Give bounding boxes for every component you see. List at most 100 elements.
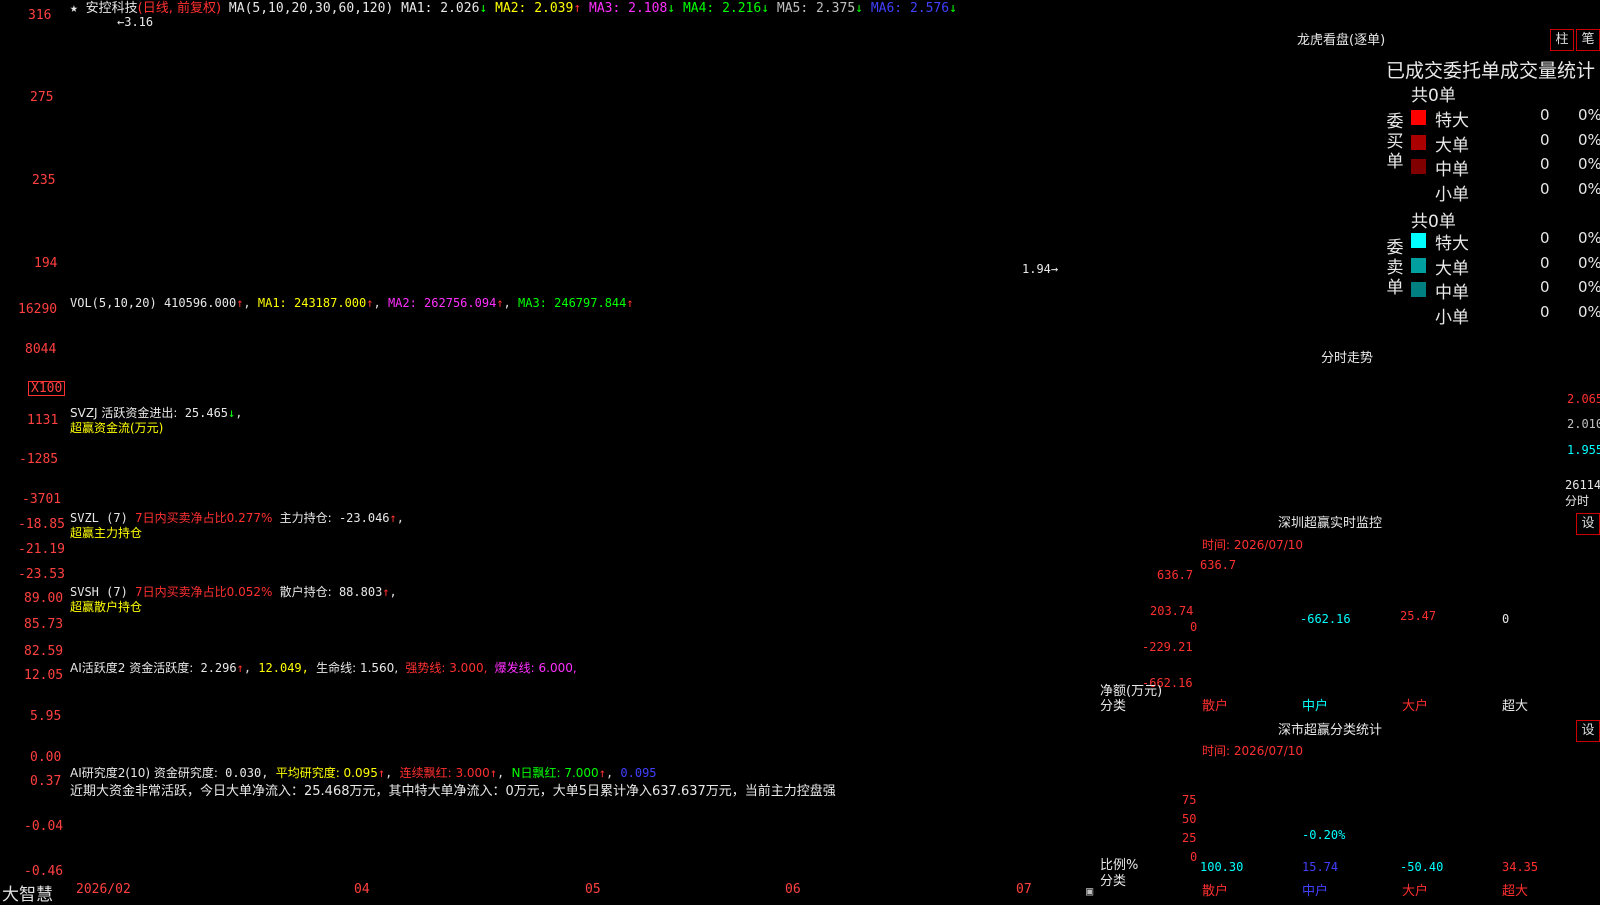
volume-bar xyxy=(684,375,694,393)
intraday-frame xyxy=(1097,371,1564,510)
svzj-bar xyxy=(1088,441,1092,445)
star-icon[interactable]: ★ xyxy=(70,1,78,16)
svzj-bar xyxy=(108,441,113,443)
date-07: 07 xyxy=(1016,882,1032,897)
sz-monitor-settings-button[interactable]: 设 xyxy=(1576,513,1600,535)
ai2-bar xyxy=(494,824,505,834)
sell-row-name-0: 特大 xyxy=(1435,234,1469,254)
svzj-bar xyxy=(816,441,821,445)
volume-bar xyxy=(908,376,918,393)
ai1-value-line xyxy=(74,711,1091,745)
svzj-bar xyxy=(1017,441,1022,443)
ai2-bar xyxy=(612,820,623,824)
volume-bar xyxy=(105,365,115,393)
candle-body xyxy=(967,237,977,254)
ai2-bar xyxy=(211,818,222,824)
svzj-bar xyxy=(615,435,620,441)
ai1-bar xyxy=(872,744,883,762)
svzj-axis-high: 1131 xyxy=(27,413,59,428)
stock-name: 安控科技 xyxy=(85,1,138,16)
lhb-tick-button[interactable]: 笔 xyxy=(1576,29,1600,51)
volume-bar xyxy=(884,374,894,393)
sz-cat-retail: 散户 xyxy=(1202,699,1229,714)
volume-bar xyxy=(129,311,139,393)
ai2-bar xyxy=(235,816,246,824)
candle-body xyxy=(955,232,965,242)
ai2-bar xyxy=(306,824,317,832)
chart-canvas[interactable] xyxy=(0,0,1600,900)
volume-bar xyxy=(353,383,363,393)
sz-class-xlabel: 分类 xyxy=(1100,874,1127,889)
candle-body xyxy=(400,151,410,166)
volume-bar xyxy=(578,372,587,393)
ai1-bar xyxy=(789,751,800,762)
candle-body xyxy=(778,183,788,191)
volume-bar xyxy=(755,381,765,393)
ai2-axis-low: -0.46 xyxy=(24,864,64,879)
candle-body xyxy=(943,232,953,236)
volume-bar xyxy=(861,372,871,393)
volume-bar xyxy=(117,363,127,393)
ai2-bar xyxy=(341,816,352,824)
sz-bar-label-retail: 636.7 xyxy=(1200,558,1237,572)
ai2-axis-mid: -0.04 xyxy=(24,819,64,834)
ai2-description: 近期大资金非常活跃，今日大单净流入：25.468万元，其中特大单净流入：0万元，… xyxy=(70,784,836,799)
ai2-bar xyxy=(577,814,588,824)
lock-icon[interactable]: ▣ xyxy=(1086,884,1093,898)
sz-class-cat-super: 超大 xyxy=(1502,884,1529,899)
ai1-bar xyxy=(365,747,376,762)
ai2-bar xyxy=(624,824,635,832)
svzj-bar xyxy=(1076,441,1081,445)
volume-bar xyxy=(825,375,835,393)
svsh-line xyxy=(74,605,1091,648)
ai2-bar xyxy=(778,824,789,828)
svzl-axis-low: -23.53 xyxy=(18,567,65,582)
ai1-bar xyxy=(565,750,576,762)
ai1-bar xyxy=(801,750,812,762)
svzj-bar xyxy=(745,435,750,441)
candle-body xyxy=(601,147,611,151)
sz-monitor-axis-3: -229.21 xyxy=(1142,640,1193,654)
buy-row-pct-1: 0% xyxy=(1578,130,1600,149)
volume-bar xyxy=(141,359,151,393)
svzj-bar xyxy=(486,435,491,441)
ai2-bar xyxy=(81,820,92,824)
ai2-bar xyxy=(542,824,553,830)
svzj-bar xyxy=(946,441,951,445)
svzj-bar xyxy=(1052,429,1057,441)
ai2-bar xyxy=(129,816,140,824)
ai1-bar xyxy=(1014,752,1025,762)
ai1-bar xyxy=(577,749,588,762)
ai1-bar xyxy=(306,752,317,762)
candle-body xyxy=(719,158,729,177)
candle-body xyxy=(129,43,139,55)
volume-bar xyxy=(967,375,977,393)
date-2026-02: 2026/02 xyxy=(76,882,131,897)
volume-bar xyxy=(802,373,812,393)
ai1-bar xyxy=(329,750,340,762)
ai2-bar xyxy=(270,822,281,824)
volume-bar xyxy=(188,366,198,393)
svzj-bar xyxy=(521,441,526,451)
lhb-bar-button[interactable]: 柱 xyxy=(1550,29,1574,51)
ai2-bar xyxy=(518,824,529,832)
svzj-bar xyxy=(191,441,196,449)
sz-class-settings-button[interactable]: 设 xyxy=(1576,720,1600,742)
ai2-bar xyxy=(919,824,930,834)
candle-body xyxy=(837,164,847,173)
ai2-header: AI研究度2(10) 资金研究度: 0.030, 平均研究度: 0.095↑, … xyxy=(70,766,657,780)
candle-body xyxy=(507,171,517,174)
main-chart-header: ★ 安控科技(日线, 前复权) MA(5,10,20,30,60,120) MA… xyxy=(70,1,957,16)
candle-body xyxy=(660,142,670,152)
svzj-bar xyxy=(863,431,868,441)
sz-bar-label-mid: -662.16 xyxy=(1300,612,1351,626)
ai1-bar xyxy=(282,744,293,762)
svzj-bar xyxy=(580,441,585,449)
candle-body xyxy=(200,76,210,80)
svzj-bar xyxy=(698,441,703,445)
volume-bar xyxy=(991,377,1001,393)
sz-monitor-axis-2: 0 xyxy=(1190,620,1198,634)
volume-bar xyxy=(424,377,434,393)
sz-monitor-xlabel: 分类 xyxy=(1100,699,1127,714)
sz-class-axis-75: 75 xyxy=(1182,793,1197,807)
